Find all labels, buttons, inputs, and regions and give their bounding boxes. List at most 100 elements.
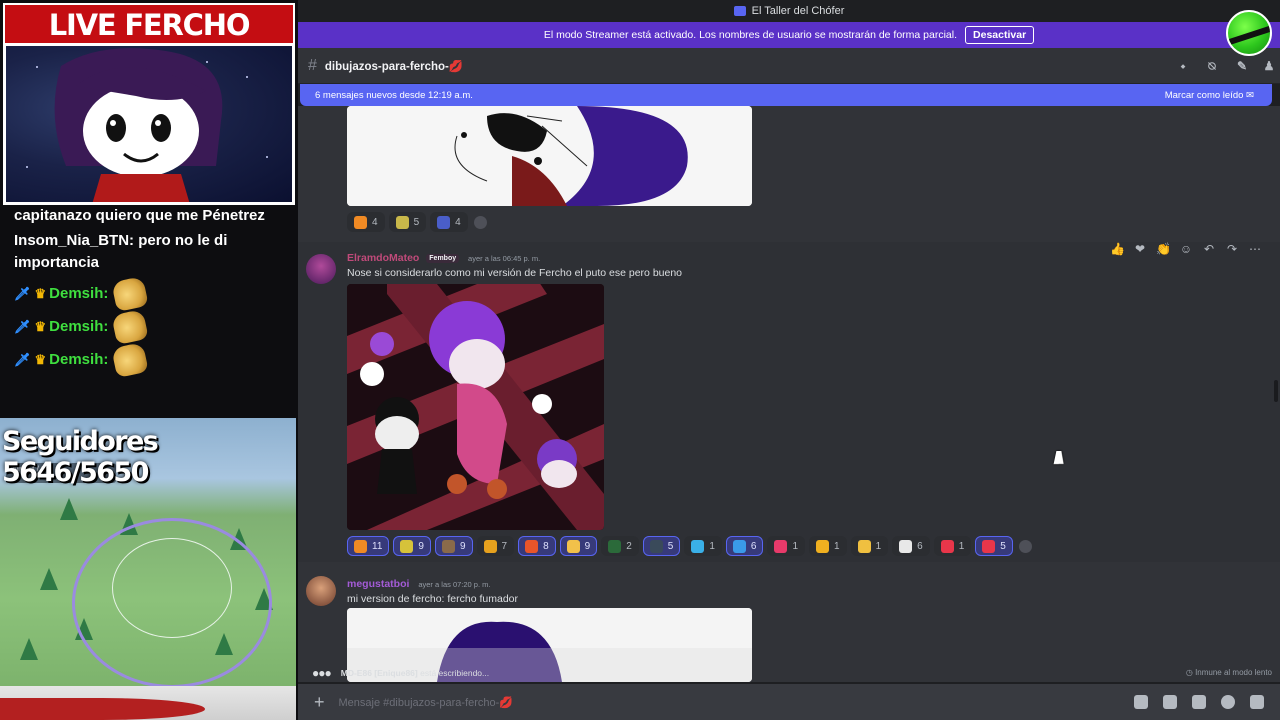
mark-read-icon: ✉ — [1246, 89, 1254, 101]
reaction-count: 5 — [413, 216, 420, 228]
message-header: ElramdoMateo Femboy ayer a las 06:45 p. … — [347, 252, 540, 264]
heart2-emoji-icon — [982, 539, 996, 553]
chat-username: Demsih: — [49, 350, 109, 368]
reaction-chip[interactable]: 11 — [347, 536, 390, 556]
sticker-icon[interactable] — [1192, 695, 1206, 709]
timestamp: ayer a las 07:20 p. m. — [418, 580, 491, 589]
message-text: Nose si considerarlo como mi versión de … — [347, 267, 683, 279]
stream-chat: capitanazo quiero que me Pénetrez Insom_… — [14, 205, 290, 378]
reaction-count: 1 — [792, 540, 799, 552]
members-icon[interactable]: ♟ — [1262, 59, 1276, 73]
clap-emote-icon — [111, 341, 150, 378]
reaction-chip[interactable]: 4 — [347, 212, 385, 232]
face-emoji-icon — [400, 539, 414, 553]
fire-emoji-icon — [354, 215, 367, 229]
reaction-count: 1 — [709, 540, 715, 552]
reaction-chip[interactable]: 1 — [809, 536, 847, 556]
reaction-chip[interactable]: 5 — [975, 536, 1013, 556]
reaction-chip[interactable]: 1 — [767, 536, 806, 556]
scrollbar-thumb[interactable] — [1274, 380, 1278, 402]
message-image-attachment[interactable] — [347, 284, 604, 530]
reaction-count: 11 — [372, 540, 383, 552]
reaction-count: 9 — [418, 540, 424, 552]
pin-icon[interactable]: ✎ — [1235, 59, 1249, 73]
message-list: 4 5 4 ElramdoMateo Femboy ayer a las 06:… — [298, 106, 1280, 682]
tree-shape — [60, 498, 78, 520]
typing-dots-icon: ●●● — [312, 666, 332, 680]
crown-badge-icon: ♛ — [34, 318, 47, 334]
game-foreground — [0, 686, 296, 720]
reaction-chip[interactable]: 2 — [601, 536, 639, 556]
attach-plus-icon[interactable]: + — [314, 692, 325, 713]
reaction-bar: 11 9 9 7 8 9 2 5 1 6 1 1 1 6 1 5 — [347, 536, 1035, 556]
figure2-emoji-icon — [649, 539, 663, 553]
sword-badge-icon: 🗡 — [14, 351, 31, 367]
chat-message: 🗡 ♛ Demsih: — [14, 341, 290, 378]
reaction-chip[interactable]: 9 — [434, 536, 473, 556]
reaction-chip[interactable]: 9 — [393, 536, 431, 556]
reaction-chip[interactable]: 1 — [684, 536, 722, 556]
avatar[interactable] — [306, 254, 336, 284]
reaction-count: 5 — [667, 540, 674, 552]
discord-app-icon — [733, 6, 746, 16]
message-composer[interactable]: + Mensaje #dibujazos-para-fercho-💋 — [298, 684, 1280, 720]
avatar[interactable] — [306, 576, 336, 606]
reaction-count: 9 — [459, 540, 466, 552]
heart-quick-react-icon[interactable]: ❤ — [1133, 242, 1147, 256]
drawing-image — [347, 284, 604, 530]
emoji-picker-icon[interactable] — [1221, 695, 1235, 709]
author-name[interactable]: megustatboi — [347, 578, 409, 590]
gif-icon[interactable] — [1163, 695, 1177, 709]
message-input-placeholder[interactable]: Mensaje #dibujazos-para-fercho-💋 — [339, 696, 514, 709]
zone-inner-ring — [112, 538, 232, 638]
follower-goal: Seguidores 5646/5650 — [2, 426, 159, 488]
message-image-attachment[interactable] — [347, 106, 752, 206]
face-emoji-icon — [441, 539, 455, 553]
reaction-count: 1 — [875, 540, 882, 552]
new-messages-bar[interactable]: 6 mensajes nuevos desde 12:19 a.m. Marca… — [300, 84, 1272, 106]
reaction-count: 6 — [750, 540, 757, 552]
chat-username: Demsih: — [49, 317, 109, 335]
threads-icon[interactable]: ⬩ — [1176, 59, 1190, 73]
mark-as-read-button[interactable]: Marcar como leído ✉ — [1165, 90, 1254, 101]
mute-bell-icon[interactable]: ⍉ — [1205, 59, 1219, 73]
reply-icon[interactable]: ↶ — [1202, 242, 1216, 256]
reaction-chip[interactable]: 6 — [725, 536, 764, 556]
add-reaction-icon[interactable]: ☺ — [1179, 242, 1193, 256]
reaction-chip[interactable]: 1 — [933, 536, 972, 556]
hash-icon: # — [308, 56, 317, 74]
reaction-chip[interactable]: 1 — [850, 536, 889, 556]
reaction-chip[interactable]: 5 — [388, 212, 427, 232]
typing-user: MD-E86 [Enique86] — [340, 668, 418, 678]
reaction-count: 6 — [917, 540, 923, 552]
stream-title-banner: LIVE FERCHO REACTION — [3, 3, 295, 82]
chat-username: Demsih: — [49, 284, 109, 302]
add-reaction-button[interactable] — [1017, 536, 1035, 556]
clap-quick-react-icon[interactable]: 👏 — [1156, 242, 1171, 256]
thumbs-up-quick-react-icon[interactable]: 👍 — [1110, 242, 1125, 256]
reaction-chip[interactable]: 9 — [559, 536, 598, 556]
message-hover-toolbar: 👍 ❤ 👏 ☺ ↶ ↷ ⋯ — [1110, 242, 1262, 256]
chat-message: 🗡 ♛ Demsih: — [14, 275, 290, 312]
add-reaction-button[interactable] — [472, 212, 490, 232]
disable-streamer-mode-button[interactable]: Desactivar — [965, 26, 1035, 44]
forward-icon[interactable]: ↷ — [1225, 242, 1239, 256]
gem-emoji-icon — [691, 539, 705, 553]
channel-header: # dibujazos-para-fercho-💋 ⬩ ⍉ ✎ ♟ — [298, 48, 1280, 84]
reaction-chip[interactable]: 6 — [892, 536, 930, 556]
more-options-icon[interactable]: ⋯ — [1248, 242, 1262, 256]
message-item[interactable]: megustatboi ayer a las 07:20 p. m. mi ve… — [298, 568, 1280, 682]
reaction-count: 8 — [543, 540, 549, 552]
tree-shape — [40, 568, 58, 590]
message-item[interactable]: ElramdoMateo Femboy ayer a las 06:45 p. … — [298, 242, 1280, 562]
reaction-count: 5 — [1000, 540, 1006, 552]
reaction-chip[interactable]: 7 — [476, 536, 515, 556]
gift-icon[interactable] — [1134, 695, 1148, 709]
apps-icon[interactable] — [1250, 695, 1264, 709]
message-text: mi version de fercho: fercho fumador — [347, 593, 518, 605]
reaction-chip[interactable]: 5 — [642, 536, 681, 556]
reaction-count: 1 — [834, 540, 840, 552]
reaction-chip[interactable]: 4 — [430, 212, 468, 232]
reaction-chip[interactable]: 8 — [518, 536, 556, 556]
author-name[interactable]: ElramdoMateo — [347, 252, 419, 264]
